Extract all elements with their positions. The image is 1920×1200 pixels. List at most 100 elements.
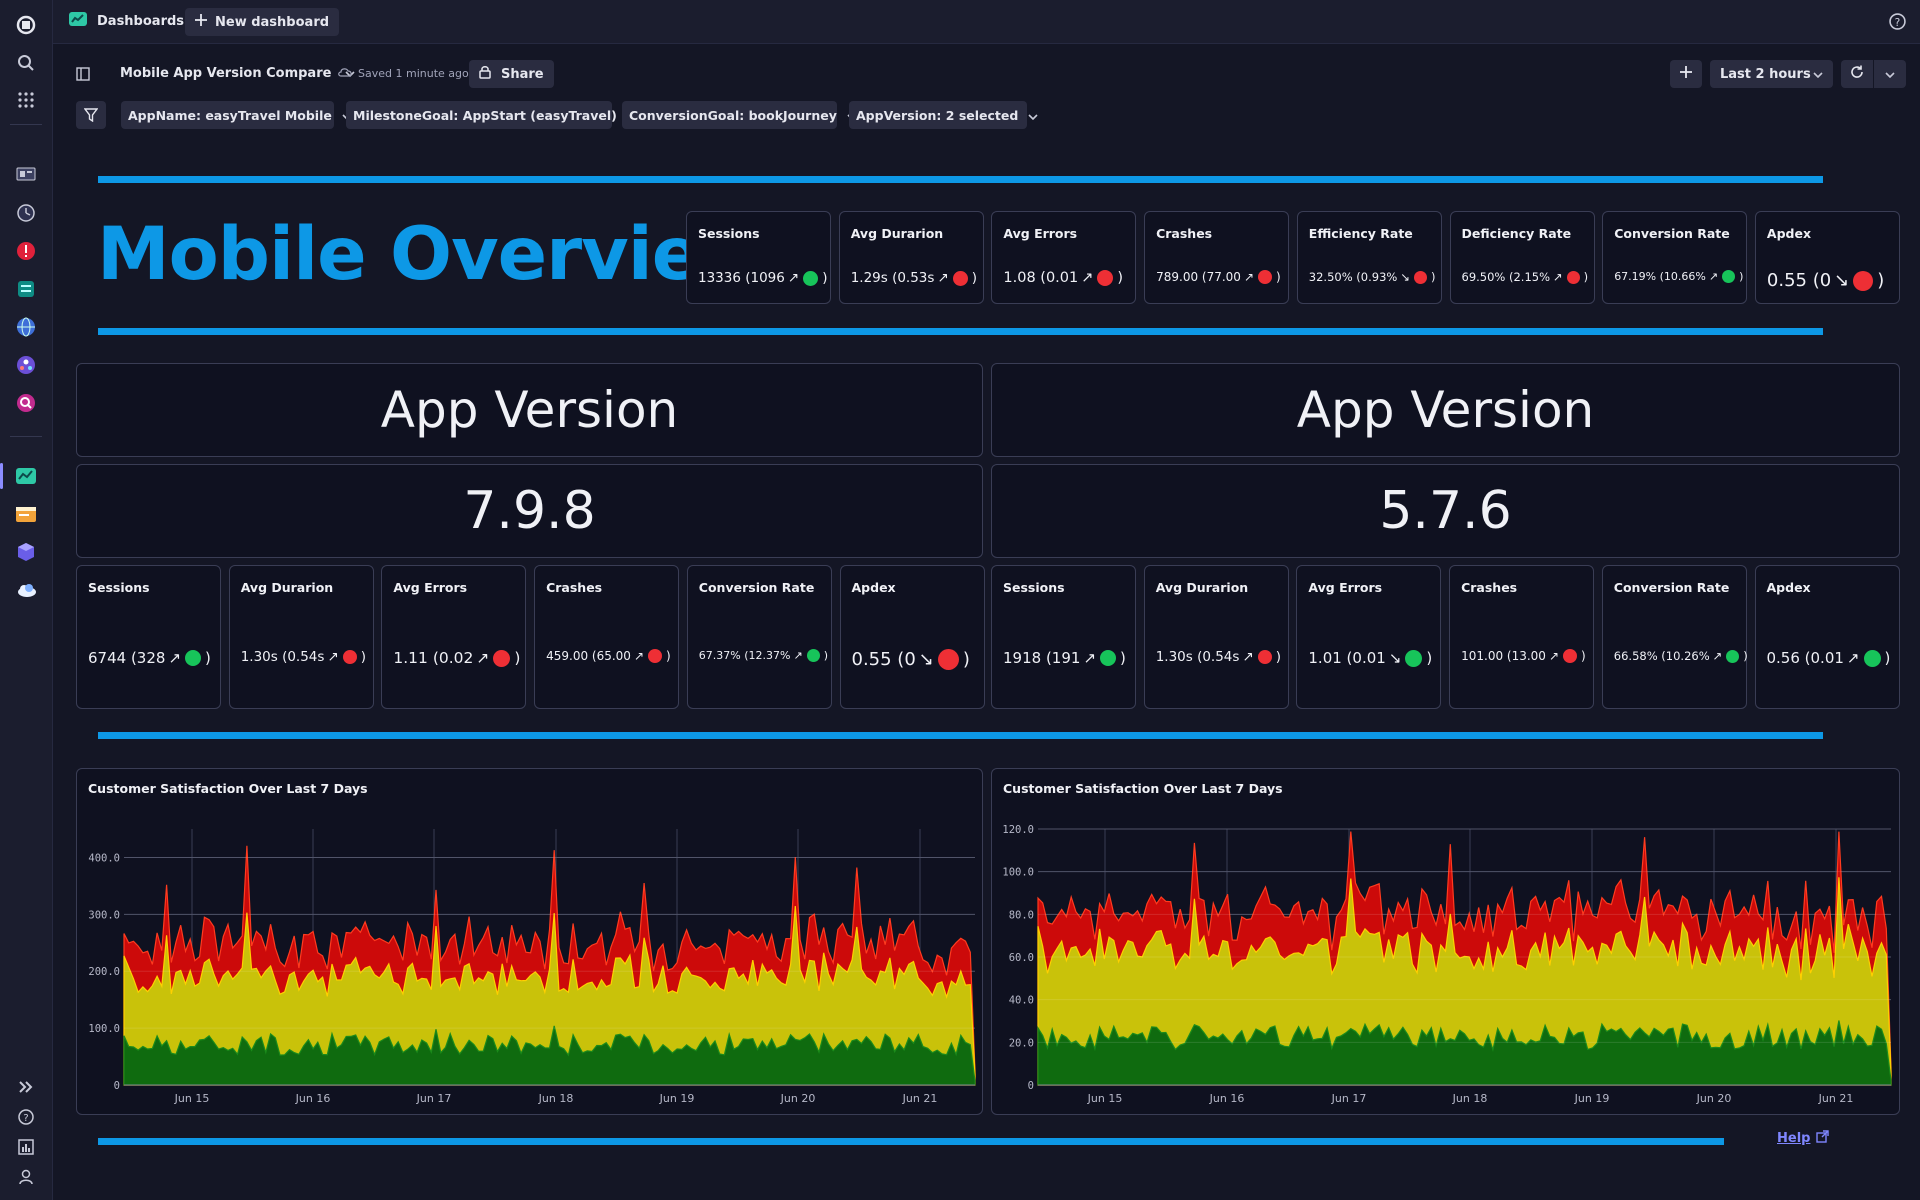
reports-icon[interactable] (14, 1135, 38, 1159)
trend-arrow-icon: ↘ (918, 649, 934, 670)
dynatrace-logo-icon[interactable] (14, 13, 38, 37)
share-button[interactable]: Share (469, 60, 554, 88)
problems-icon[interactable] (14, 239, 38, 263)
x-tick-label: Jun 20 (1696, 1092, 1732, 1105)
trend-arrow-icon: ↗ (1243, 270, 1254, 284)
infrastructure-icon[interactable] (14, 163, 38, 187)
refresh-options-button[interactable] (1874, 60, 1906, 88)
status-dot-icon (937, 649, 959, 670)
x-tick-label: Jun 15 (1087, 1092, 1123, 1105)
kpi-tile[interactable]: Efficiency Rate 32.50% (0.93% ↘) (1296, 211, 1442, 304)
kpi-tile[interactable]: Crashes 459.00 (65.00 ↗) (534, 565, 680, 709)
user-icon[interactable] (14, 1165, 38, 1189)
customer-satisfaction-chart[interactable]: 0 100.0 200.0 300.0 400.0 Jun 15 Jun 16 Jun 17 J… (77, 769, 984, 1116)
kpi-label: Avg Errors (393, 580, 468, 595)
kpi-close-paren: ) (1430, 270, 1436, 284)
kpi-value-text: 67.19% (10.66% (1614, 270, 1706, 283)
user-search-icon[interactable] (14, 391, 38, 415)
kpi-close-paren: ) (822, 270, 828, 286)
kpi-tile[interactable]: Conversion Rate 67.19% (10.66% ↗) (1602, 211, 1748, 304)
kpi-value-text: 13336 (1096 (698, 270, 785, 286)
kpi-value-text: 66.58% (10.26% (1613, 649, 1710, 663)
kpi-label: Avg Durarion (240, 580, 334, 595)
version-heading-text: App Version (1296, 381, 1595, 439)
kpi-tile[interactable]: Deficiency Rate 69.50% (2.15% ↗) (1449, 211, 1595, 304)
filter-label: AppName: easyTravel Mobile (128, 107, 332, 123)
apps-grid-icon[interactable] (14, 88, 38, 112)
filter-chip-appversion[interactable]: AppVersion: 2 selected (849, 101, 1038, 129)
refresh-button[interactable] (1841, 60, 1873, 88)
kpi-tile[interactable]: Crashes 101.00 (13.00 ↗) (1449, 565, 1595, 709)
kpi-tile[interactable]: Crashes 789.00 (77.00 ↗) (1144, 211, 1290, 304)
add-tile-button[interactable] (1670, 60, 1702, 88)
kpi-tile[interactable]: Avg Durarion 1.30s (0.54s ↗) (1143, 565, 1289, 709)
kpi-value: 1.30s (0.54s ↗) (241, 649, 366, 665)
filter-chip-conversiongoal[interactable]: ConversionGoal: bookJourney (622, 101, 857, 129)
x-tick-label: Jun 18 (1452, 1092, 1488, 1105)
kpi-tile[interactable]: Conversion Rate 66.58% (10.26% ↗) (1601, 565, 1748, 709)
status-dot-icon (1405, 649, 1423, 667)
x-tick-label: Jun 21 (1818, 1092, 1854, 1105)
filter-chip-appname[interactable]: AppName: easyTravel Mobile (121, 101, 352, 129)
kpi-label: Deficiency Rate (1461, 226, 1572, 241)
kpi-tile[interactable]: Sessions 6744 (328 ↗) (76, 565, 221, 709)
chart-tile-left: Customer Satisfaction Over Last 7 Days 0… (76, 768, 983, 1115)
kpi-value: 13336 (1096 ↗) (698, 270, 827, 286)
filter-chip-milestonegoal[interactable]: MilestoneGoal: AppStart (easyTravel) (346, 101, 637, 129)
kpi-value-text: 0.55 (0 (1766, 270, 1832, 291)
kpi-tile[interactable]: Sessions 13336 (1096 ↗) (686, 211, 831, 304)
kpi-value: 459.00 (65.00 ↗) (546, 649, 671, 663)
kpi-tile[interactable]: Avg Errors 1.11 (0.02 ↗) (381, 565, 527, 709)
kpi-tile[interactable]: Apdex 0.55 (0 ↘) (1754, 211, 1900, 304)
clock-icon[interactable] (14, 201, 38, 225)
kpi-label: Sessions (698, 226, 760, 241)
kpi-tile[interactable]: Avg Errors 1.08 (0.01 ↗) (991, 211, 1137, 304)
status-dot-icon (1566, 270, 1580, 284)
help-circle-icon[interactable]: ? (14, 1105, 38, 1129)
kpi-value: 67.19% (10.66% ↗) (1614, 270, 1743, 283)
kpi-tile[interactable]: Avg Durarion 1.29s (0.53s ↗) (838, 211, 984, 304)
share-label: Share (501, 66, 544, 82)
kpi-value-text: 32.50% (0.93% (1308, 270, 1398, 284)
kpi-value-text: 0.56 (0.01 (1766, 649, 1844, 667)
x-tick-label: Jun 18 (538, 1092, 574, 1105)
kpi-tile[interactable]: Avg Durarion 1.30s (0.54s ↗) (228, 565, 374, 709)
trend-arrow-icon: ↗ (1712, 649, 1723, 663)
search-icon[interactable] (14, 51, 38, 75)
dashboard-title-dropdown[interactable]: Mobile App Version Compare (120, 66, 356, 81)
kpi-tile[interactable]: Conversion Rate 67.37% (12.37% ↗) (686, 565, 832, 709)
network-icon[interactable] (14, 353, 38, 377)
kpi-tile[interactable]: Apdex 0.55 (0 ↘) (839, 565, 985, 709)
chevron-down-icon (1885, 67, 1895, 82)
timeframe-selector[interactable]: Last 2 hours (1710, 60, 1833, 88)
cube-icon[interactable] (14, 540, 38, 564)
globe-icon[interactable] (14, 315, 38, 339)
sidebar-toggle-icon[interactable] (76, 66, 90, 85)
refresh-icon (1850, 65, 1864, 83)
kpi-value-text: 67.37% (12.37% (698, 649, 791, 662)
new-dashboard-button[interactable]: New dashboard (185, 8, 340, 36)
kpi-tile[interactable]: Apdex 0.56 (0.01 ↗) (1754, 565, 1900, 709)
dashboards-app-icon (69, 11, 87, 31)
status-dot-icon (1726, 649, 1740, 663)
customer-satisfaction-chart[interactable]: 0 20.0 40.0 60.0 80.0 100.0 120.0 Jun 15 Jun 16 J… (992, 769, 1901, 1116)
status-dot-icon (1100, 650, 1117, 666)
notebooks-icon[interactable] (14, 502, 38, 526)
expand-rail-icon[interactable] (14, 1075, 38, 1099)
y-tick-label: 120.0 (1002, 824, 1034, 836)
filter-icon[interactable] (76, 101, 106, 129)
logs-icon[interactable] (14, 277, 38, 301)
cloud-icon[interactable] (14, 578, 38, 602)
app-breadcrumb[interactable]: Dashboards (69, 11, 184, 31)
trend-arrow-icon: ↗ (1081, 270, 1094, 286)
kpi-tile[interactable]: Avg Errors 1.01 (0.01 ↘) (1296, 565, 1442, 709)
kpi-close-paren: ) (1117, 270, 1124, 286)
kpi-value-text: 1.08 (0.01 (1003, 270, 1079, 286)
help-link[interactable]: Help (1777, 1130, 1830, 1147)
dashboards-icon[interactable] (14, 464, 38, 488)
separator-line (98, 176, 1823, 183)
kpi-tile[interactable]: Sessions 1918 (191 ↗) (991, 565, 1136, 709)
kpi-close-paren: ) (1581, 649, 1586, 663)
kpi-value: 1.29s (0.53s ↗) (851, 270, 977, 286)
help-icon[interactable]: ? (1889, 13, 1906, 34)
